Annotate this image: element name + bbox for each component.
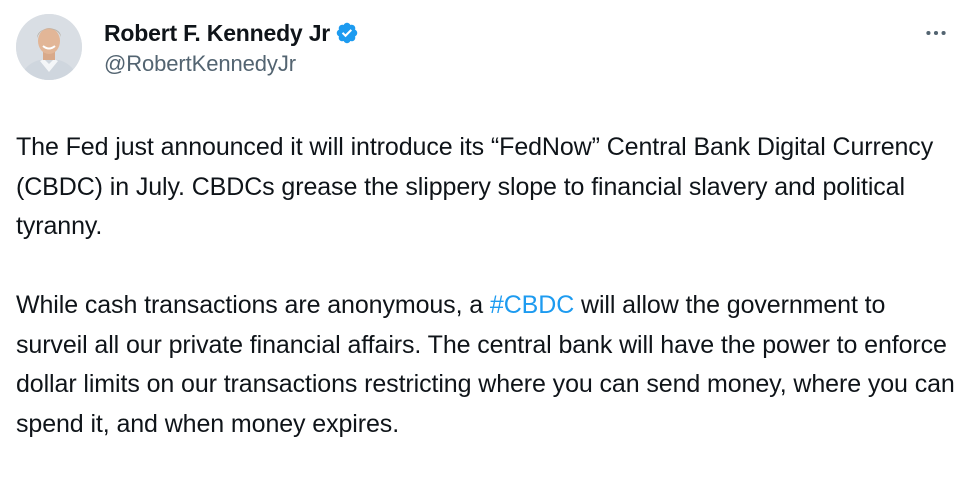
more-horizontal-icon [926,30,946,36]
paragraph-2-lead: While cash transactions are anonymous, a [16,291,490,319]
name-row: Robert F. Kennedy Jr [104,18,359,48]
tweet-text: The Fed just announced it will introduce… [16,128,956,444]
tweet-header: Robert F. Kennedy Jr @RobertKennedyJr [16,14,951,84]
avatar[interactable] [16,14,82,80]
tweet-card: Robert F. Kennedy Jr @RobertKennedyJr Th… [0,0,967,481]
author-display-name[interactable]: Robert F. Kennedy Jr [104,20,330,47]
verified-badge-icon[interactable] [335,21,359,45]
hashtag-link[interactable]: #CBDC [490,291,574,319]
tweet-paragraph-1: The Fed just announced it will introduce… [16,133,934,240]
avatar-photo-icon [16,14,82,80]
more-options-button[interactable] [919,16,953,50]
author-info: Robert F. Kennedy Jr @RobertKennedyJr [104,18,359,77]
author-handle[interactable]: @RobertKennedyJr [104,51,359,77]
tweet-paragraph-2: While cash transactions are anonymous, a… [16,286,956,444]
